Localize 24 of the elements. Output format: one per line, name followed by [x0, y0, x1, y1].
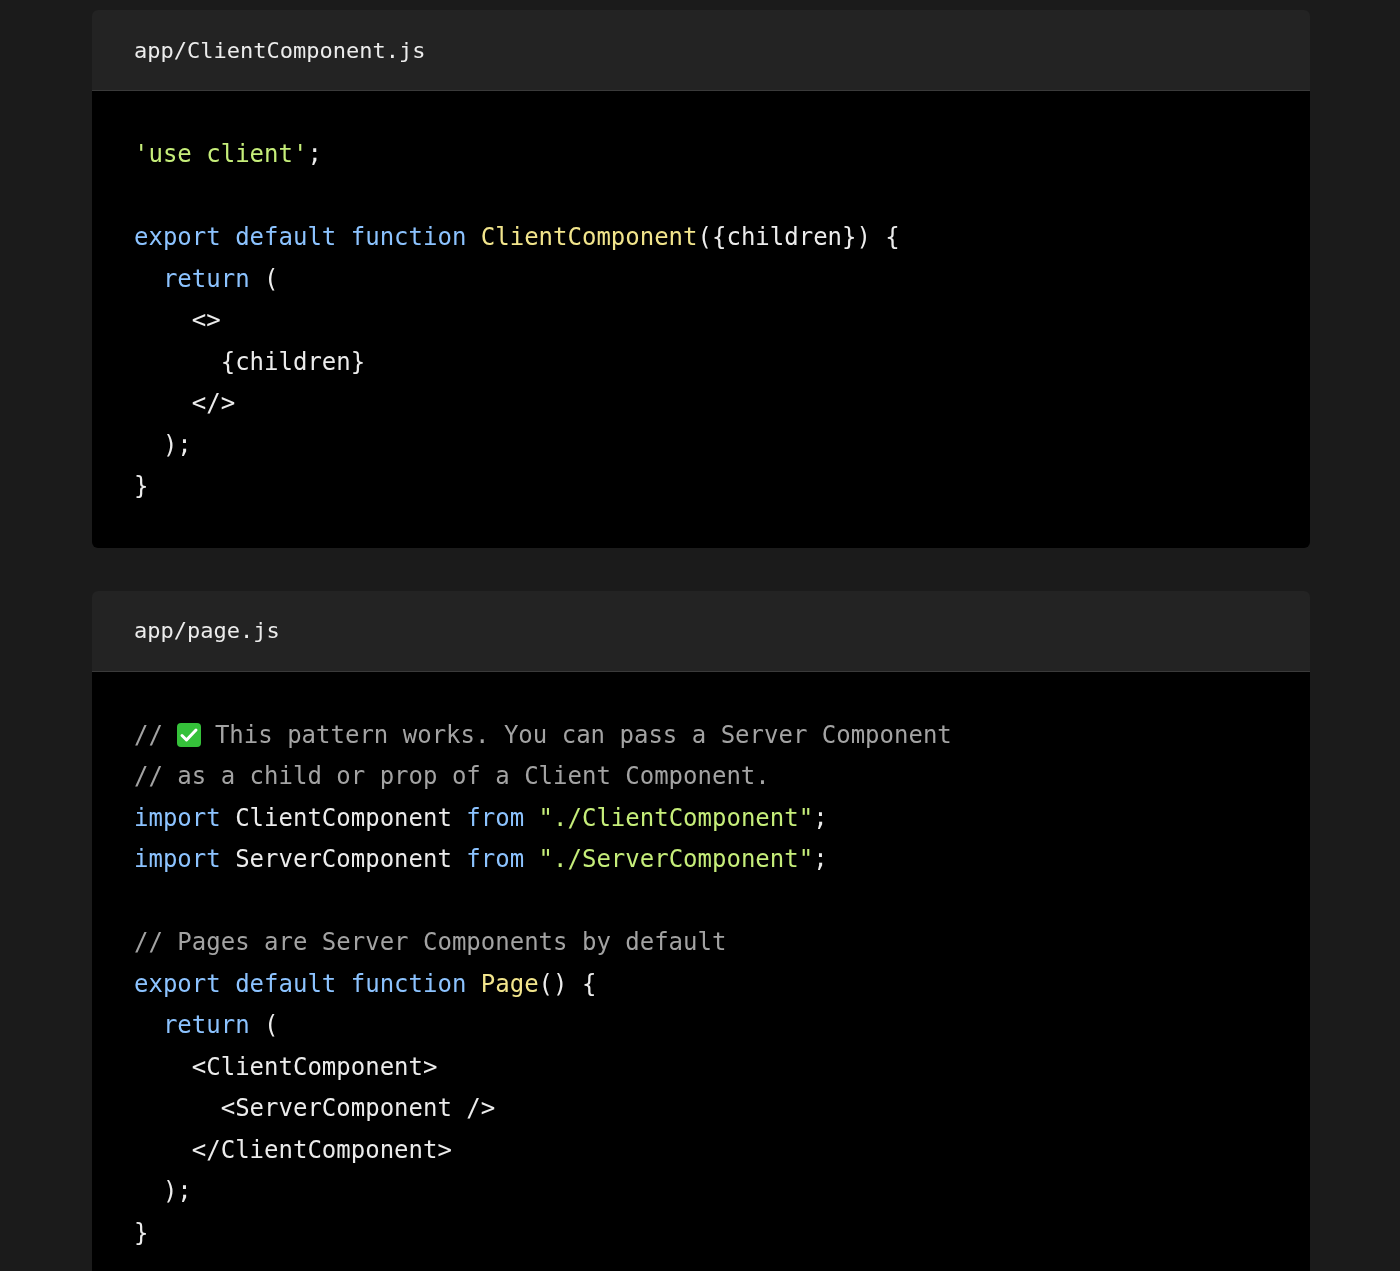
code-line: ); — [161, 1176, 193, 1207]
code-line: </> — [190, 388, 237, 419]
code-line: 'use client'; — [134, 139, 323, 170]
code-line: <> — [190, 305, 222, 336]
code-line: return ( — [161, 263, 280, 295]
file-name: app/ClientComponent.js — [134, 37, 426, 63]
check-icon — [176, 723, 201, 748]
code-line: // as a child or prop of a Client Component. — [134, 761, 771, 792]
code-line: export default function ClientComponent({children}) { — [134, 222, 901, 253]
code-line: export default function Page() { — [134, 968, 598, 1000]
code-comment: // — [134, 719, 163, 751]
code-line: import ClientComponent from "./ClientComponent"; — [134, 802, 829, 834]
code-line: // Pages are Server Components by default — [134, 927, 728, 958]
code-line: <ServerComponent /> — [219, 1093, 497, 1124]
code-line: ); — [161, 429, 193, 461]
code-line: return ( — [161, 1010, 280, 1041]
code-line: </ClientComponent> — [190, 1134, 453, 1166]
code-line: import ServerComponent from "./ServerComponent"; — [134, 844, 829, 875]
code-line: {children} — [219, 346, 367, 378]
code-line: <ClientComponent> — [190, 1051, 439, 1083]
code-comment: This pattern works. You can pass a Server Component — [214, 719, 952, 751]
code-line: } — [134, 471, 150, 502]
code-line: } — [134, 1217, 150, 1249]
file-name: app/page.js — [134, 618, 280, 643]
